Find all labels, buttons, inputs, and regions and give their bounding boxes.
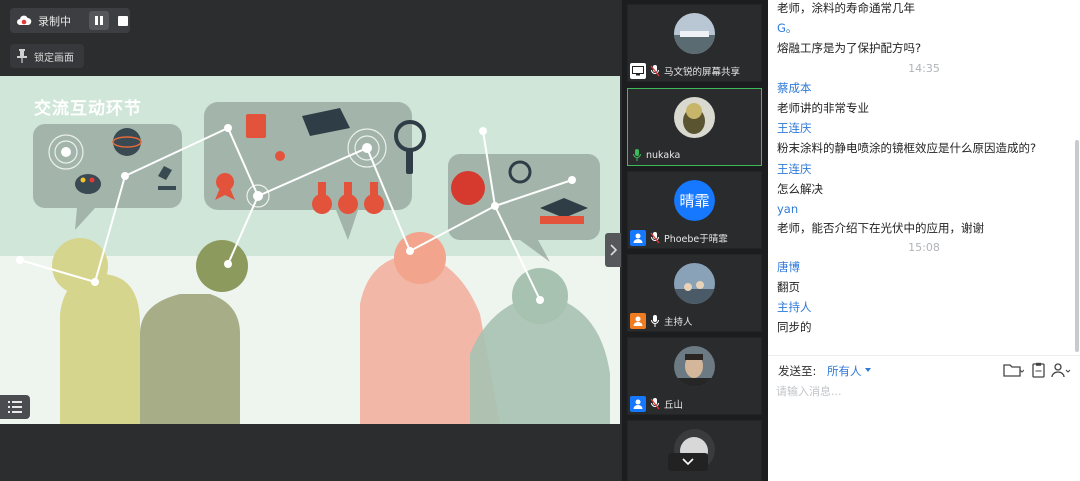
list-menu-button[interactable] [0, 395, 30, 419]
chat-sender-name: 蔡成本 [777, 81, 812, 95]
chat-message-text: 熔融工序是为了保护配方吗? [777, 41, 922, 55]
mic-active-icon [633, 149, 641, 161]
participant-tile[interactable]: 晴霏 Phoebe于晴霏 [627, 171, 762, 249]
chat-scrollbar[interactable] [1075, 140, 1079, 352]
avatar [674, 346, 715, 387]
user-icon [630, 396, 646, 412]
scroll-down-button[interactable] [668, 453, 708, 471]
pause-recording-button[interactable] [89, 11, 109, 30]
chevron-down-icon [682, 458, 694, 466]
lock-screen-button[interactable]: 锁定画面 [10, 44, 84, 68]
chat-message-text: 粉末涂料的静电喷涂的镜框效应是什么原因造成的? [777, 141, 1037, 155]
participant-name: Phoebe于晴霏 [664, 234, 728, 245]
participant-info-bar: 马文锐的屏幕共享 [628, 61, 763, 81]
mic-icon [651, 315, 659, 327]
caret-down-icon[interactable] [865, 368, 871, 372]
slide-title: 交流互动环节 [34, 99, 142, 119]
chat-message-text: 翻页 [777, 280, 800, 294]
participant-list: 马文锐的屏幕共享 nukaka 晴霏 Phoebe于晴霏 主持人 丘山 [622, 0, 768, 481]
avatar-initials: 晴霏 [674, 180, 715, 221]
chat-panel: 老师，涂料的寿命通常几年 G。 熔融工序是为了保护配方吗? 14:35 蔡成本 … [768, 0, 1080, 481]
shared-screen-area: 录制中 锁定画面 交流互动环节 [0, 0, 621, 481]
chat-message-input[interactable] [776, 382, 1066, 400]
participant-name: nukaka [646, 149, 681, 161]
participant-info-bar: 丘山 [628, 394, 763, 414]
chat-timestamp: 15:08 [908, 241, 940, 254]
user-settings-icon[interactable] [1050, 362, 1072, 378]
mic-muted-icon [650, 232, 660, 244]
screen-share-icon [630, 63, 646, 79]
participant-tile[interactable]: nukaka [627, 88, 762, 166]
collapse-panel-button[interactable] [605, 233, 621, 267]
chat-message-text: 老师，能否介绍下在光伏中的应用，谢谢 [777, 221, 984, 235]
avatar [674, 97, 715, 138]
stage-toolbar: 录制中 锁定画面 [0, 0, 620, 76]
participant-info-bar: Phoebe于晴霏 [628, 228, 763, 248]
user-icon [630, 230, 646, 246]
chat-sender-name: 唐博 [777, 260, 800, 274]
participant-info-bar: nukaka [628, 145, 763, 165]
list-icon [8, 401, 22, 413]
chat-message-text: 老师，涂料的寿命通常几年 [777, 1, 915, 15]
chat-sender-name: yan [777, 202, 799, 216]
chat-sender-name: 王连庆 [777, 121, 812, 135]
participant-name: 主持人 [664, 317, 693, 328]
mic-muted-icon [650, 398, 660, 410]
recording-status-label: 录制中 [38, 14, 71, 28]
participant-tile[interactable]: 丘山 [627, 337, 762, 415]
avatar: 晴霏 [674, 180, 715, 221]
cloud-record-icon [17, 15, 32, 25]
folder-icon[interactable] [1002, 362, 1024, 378]
chat-message-text: 怎么解决 [777, 182, 823, 196]
send-to-label: 发送至: [778, 364, 817, 378]
avatar [674, 263, 715, 304]
meeting-window: 录制中 锁定画面 交流互动环节 马文锐的屏幕共享 nukaka 晴霏 Phoeb… [0, 0, 1080, 481]
chat-sender-name: 王连庆 [777, 162, 812, 176]
recipient-select[interactable]: 所有人 [827, 363, 862, 379]
clipboard-icon[interactable] [1028, 362, 1050, 378]
divider [768, 355, 1080, 356]
participant-tile[interactable]: 马文锐的屏幕共享 [627, 4, 762, 82]
chat-message-list[interactable]: 老师，涂料的寿命通常几年 G。 熔融工序是为了保护配方吗? 14:35 蔡成本 … [768, 0, 1080, 355]
participant-tile[interactable] [627, 420, 762, 481]
chevron-right-icon [610, 244, 618, 256]
participant-name: 丘山 [664, 400, 684, 411]
lock-screen-label: 锁定画面 [34, 52, 74, 64]
avatar [674, 13, 715, 54]
pin-icon [17, 49, 27, 63]
participant-tile[interactable]: 主持人 [627, 254, 762, 332]
recording-indicator: 录制中 [10, 8, 130, 33]
host-icon [630, 313, 646, 329]
slide-illustration [0, 76, 620, 424]
chat-timestamp: 14:35 [908, 62, 940, 75]
participant-name: 马文锐的屏幕共享 [664, 67, 741, 78]
chat-message-text: 同步的 [777, 320, 812, 334]
participant-info-bar: 主持人 [628, 311, 763, 331]
stop-recording-button[interactable] [113, 11, 133, 30]
mic-muted-icon [650, 65, 660, 77]
chat-sender-name: G。 [777, 21, 798, 35]
chat-message-text: 老师讲的非常专业 [777, 101, 869, 115]
chat-sender-name: 主持人 [777, 300, 812, 314]
presentation-slide: 交流互动环节 [0, 76, 620, 424]
